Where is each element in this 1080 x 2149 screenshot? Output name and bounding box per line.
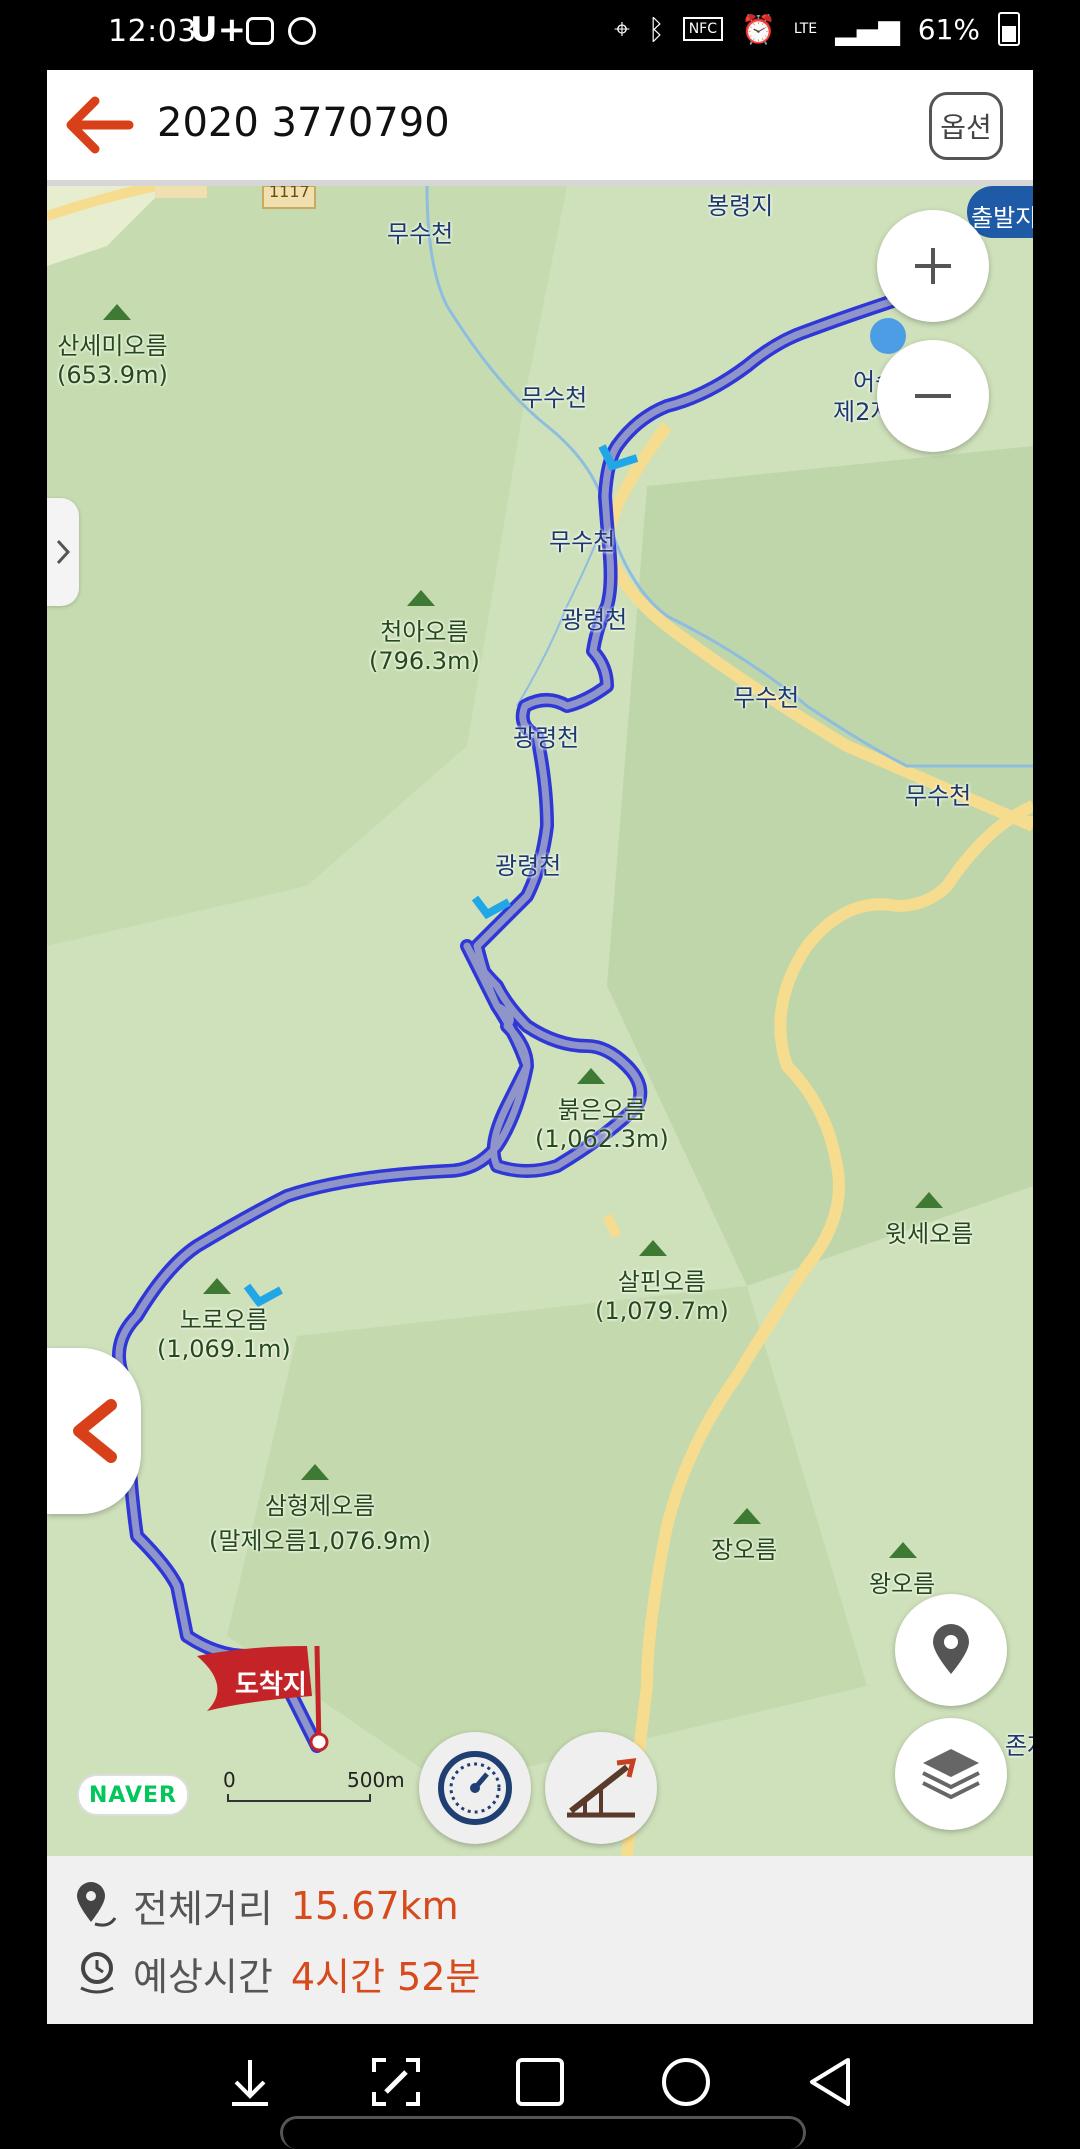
speedometer-button[interactable] xyxy=(419,1732,531,1844)
map-base xyxy=(47,186,1033,1856)
walking-icon xyxy=(288,17,316,45)
instagram-icon xyxy=(246,17,274,45)
layers-icon xyxy=(922,1749,980,1800)
battery-percent: 61% xyxy=(917,12,980,46)
mountain-icon xyxy=(639,1240,667,1256)
options-button[interactable]: 옵션 xyxy=(929,92,1003,160)
app-header: 2020 3770790 옵션 xyxy=(47,70,1033,186)
screenshot-edit-icon[interactable] xyxy=(368,2054,424,2110)
mountain-icon xyxy=(203,1278,231,1294)
estimated-time-icon xyxy=(80,1951,114,1993)
distance-label: 전체거리 xyxy=(133,1887,273,1931)
chevron-left-icon xyxy=(73,1399,117,1463)
gesture-handle xyxy=(280,2116,806,2149)
panel-expand-button[interactable] xyxy=(47,1348,141,1514)
status-time: 12:03 xyxy=(108,14,197,49)
nfc-icon: NFC xyxy=(682,17,723,41)
status-right-icons: ⌖ ᛒ NFC ⏰ LTE ▂▄▆ 61% xyxy=(614,12,1020,46)
stream-label: 무수천 xyxy=(905,782,972,810)
mountain-icon xyxy=(577,1068,605,1084)
mountain-icon xyxy=(301,1464,329,1480)
mountain-icon xyxy=(103,304,131,320)
stream-label: 무수천 xyxy=(521,384,588,412)
route-info-panel: 전체거리 15.67km 예상시간 4시간 52분 xyxy=(47,1856,1033,2024)
stream-label: 광령천 xyxy=(561,606,628,634)
stream-label: 광령천 xyxy=(495,852,562,880)
home-icon[interactable] xyxy=(658,2054,714,2110)
status-bar: 12:03 U+ ⌖ ᛒ NFC ⏰ LTE ▂▄▆ 61% xyxy=(0,0,1080,70)
peak-label: 장오름 xyxy=(711,1536,778,1564)
back-arrow-icon[interactable] xyxy=(65,95,135,155)
mountain-icon xyxy=(407,590,435,606)
start-badge: 출발지 xyxy=(971,204,1033,232)
map-layers-button[interactable] xyxy=(895,1718,1007,1830)
mountain-icon xyxy=(889,1542,917,1558)
alarm-icon: ⏰ xyxy=(741,12,776,46)
location-icon: ⌖ xyxy=(614,12,630,45)
mountain-icon xyxy=(915,1192,943,1208)
distance-value: 15.67km xyxy=(290,1883,459,1928)
download-icon[interactable] xyxy=(222,2054,278,2110)
zoom-out-button[interactable] xyxy=(877,340,989,452)
zoom-in-button[interactable] xyxy=(877,210,989,322)
speedometer-icon xyxy=(438,1751,512,1825)
peak-label: 천아오름 (796.3m) xyxy=(369,618,480,675)
peak-label: 붉은오름 (1,062.3m) xyxy=(535,1096,669,1153)
naver-logo: NAVER xyxy=(77,1774,189,1816)
signal-icon: ▂▄▆ xyxy=(835,12,900,46)
side-panel-toggle[interactable] xyxy=(47,498,79,606)
back-icon[interactable] xyxy=(804,2054,860,2110)
bluetooth-icon: ᛒ xyxy=(647,12,665,46)
poi-label: 존자 xyxy=(1005,1732,1033,1760)
route-distance-icon xyxy=(77,1881,117,1927)
battery-icon xyxy=(998,12,1020,46)
peak-label: 윗세오름 xyxy=(885,1220,974,1248)
stream-label: 광령천 xyxy=(513,724,580,752)
page-title: 2020 3770790 xyxy=(157,100,450,146)
distance-row: 전체거리 15.67km xyxy=(75,1878,459,1933)
location-pin-icon xyxy=(933,1624,969,1674)
road-badge: 1117 xyxy=(269,186,310,201)
stream-label: 무수천 xyxy=(733,684,800,712)
peak-label: 살핀오름 (1,079.7m) xyxy=(595,1268,729,1325)
peak-label: 왕오름 xyxy=(869,1570,936,1598)
plus-icon xyxy=(915,248,951,284)
time-value: 4시간 52분 xyxy=(290,1955,481,1999)
time-row: 예상시간 4시간 52분 xyxy=(75,1946,480,2001)
carrier-label: U+ xyxy=(190,10,247,50)
peak-label: 산세미오름 (653.9m) xyxy=(57,332,168,389)
peak-label: 노로오름 (1,069.1m) xyxy=(157,1306,291,1363)
chevron-right-icon xyxy=(56,539,71,565)
mountain-icon xyxy=(733,1508,761,1524)
area-label: 봉령지 xyxy=(707,192,774,220)
minus-icon xyxy=(915,394,951,398)
lte-icon: LTE xyxy=(793,21,818,37)
stream-label: 무수천 xyxy=(549,528,616,556)
time-label: 예상시간 xyxy=(133,1955,273,1999)
slope-icon xyxy=(567,1758,637,1818)
my-location-button[interactable] xyxy=(895,1594,1007,1706)
elevation-profile-button[interactable] xyxy=(545,1732,657,1844)
destination-flag-label: 도착지 xyxy=(235,1670,307,1700)
map-view[interactable]: 봉령지 출발지 1117 무수천 무수천 무수천 무수천 무수천 광령천 광령천… xyxy=(47,186,1033,1856)
stream-label: 무수천 xyxy=(387,220,454,248)
peak-label: 삼형제오름 (말제오름1,076.9m) xyxy=(209,1492,432,1555)
recent-apps-icon[interactable] xyxy=(512,2054,568,2110)
